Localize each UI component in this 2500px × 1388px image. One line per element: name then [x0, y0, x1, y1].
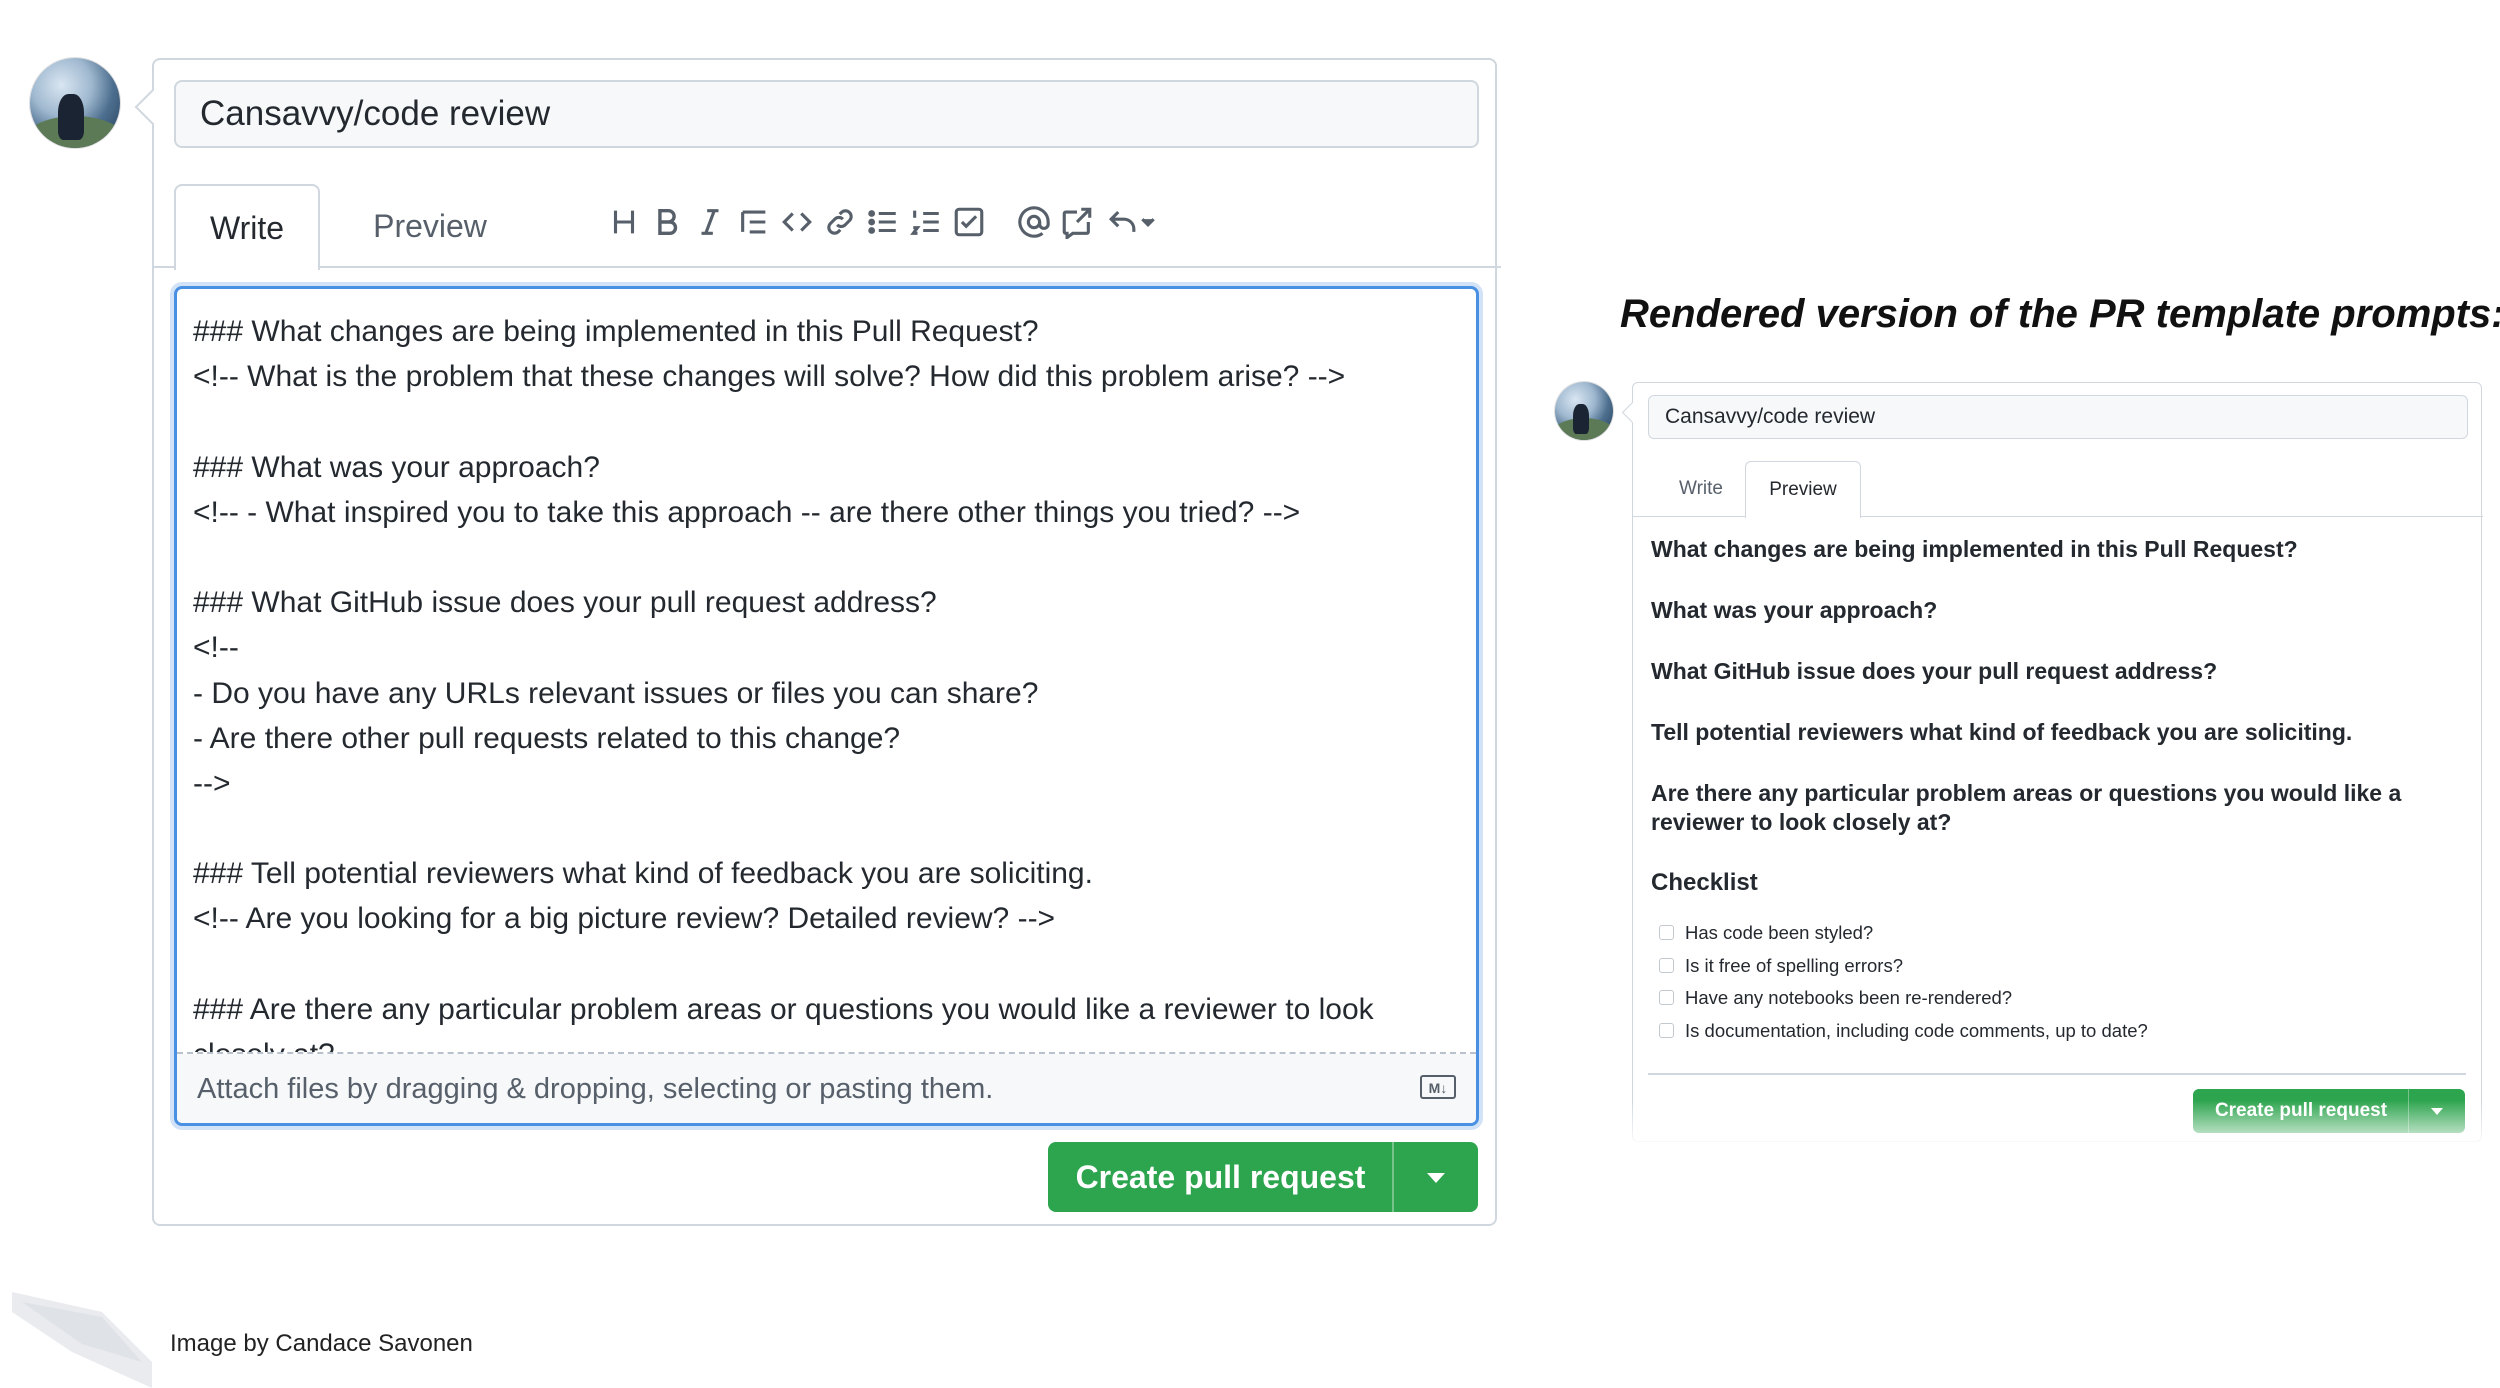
editor-line: closely at? — [193, 1032, 1460, 1052]
task-list-icon[interactable] — [943, 196, 995, 248]
editor-tabs: Write Preview — [1633, 461, 2483, 518]
avatar — [30, 58, 120, 148]
avatar — [1555, 382, 1613, 440]
preview-heading: Tell potential reviewers what kind of fe… — [1651, 719, 2353, 745]
preview-heading: What changes are being implemented in th… — [1651, 536, 2298, 562]
pr-title-input[interactable]: Cansavvy/code review — [1648, 395, 2468, 439]
editor-line: <!-- — [193, 631, 239, 665]
pr-editor-panel: Cansavvy/code review Write Preview ### W… — [152, 58, 1501, 1226]
markdown-icon: M↓ — [1420, 1075, 1456, 1099]
checkbox[interactable] — [1659, 925, 1674, 940]
editor-line: ### Tell potential reviewers what kind o… — [193, 857, 1093, 891]
tab-preview[interactable]: Preview — [1745, 461, 1861, 518]
editor-line: <!-- What is the problem that these chan… — [193, 360, 1346, 394]
divider — [1648, 1073, 2466, 1075]
editor-line: ### What GitHub issue does your pull req… — [193, 586, 937, 620]
decorative-shape — [12, 1292, 152, 1388]
attach-files-text: Attach files by dragging & dropping, sel… — [197, 1073, 994, 1105]
tab-preview[interactable]: Preview — [350, 184, 510, 268]
pr-title-input[interactable]: Cansavvy/code review — [174, 80, 1479, 148]
pr-body-textarea[interactable]: ### What changes are being implemented i… — [177, 289, 1476, 1054]
rendered-heading: Rendered version of the PR template prom… — [1620, 292, 2500, 336]
editor-line: <!-- - What inspired you to take this ap… — [193, 495, 1301, 529]
checklist-item: Is documentation, including code comment… — [1651, 1015, 2461, 1048]
create-pull-request-label: Create pull request — [1075, 1159, 1366, 1195]
editor-line: ### What changes are being implemented i… — [193, 315, 1039, 348]
preview-content: What changes are being implemented in th… — [1651, 535, 2461, 1047]
checklist-item-label: Has code been styled? — [1685, 922, 1874, 943]
checklist-item-label: Is it free of spelling errors? — [1685, 954, 1903, 976]
checklist-item-label: Have any notebooks been re-rendered? — [1685, 987, 2013, 1008]
fade-overlay — [1620, 1100, 2500, 1160]
preview-heading: What was your approach? — [1651, 597, 1938, 623]
caret-down-icon — [1427, 1173, 1445, 1183]
pr-preview-panel: Cansavvy/code review Write Preview What … — [1632, 382, 2483, 1142]
checklist-item: Have any notebooks been re-rendered? — [1651, 982, 2461, 1015]
editor-line: <!-- Are you looking for a big picture r… — [193, 902, 1056, 936]
reply-icon[interactable] — [1096, 196, 1166, 248]
create-pull-request-button[interactable]: Create pull request — [1048, 1142, 1478, 1212]
editor-line: ### What was your approach? — [193, 450, 600, 484]
editor-line: --> — [193, 766, 231, 800]
preview-heading: Are there any particular problem areas o… — [1651, 780, 2402, 835]
preview-heading: What GitHub issue does your pull request… — [1651, 658, 2218, 684]
tab-write[interactable]: Write — [174, 184, 320, 270]
tab-write[interactable]: Write — [1651, 461, 1751, 517]
editor-line: - Are there other pull requests related … — [193, 721, 901, 755]
checklist-item: Is it free of spelling errors? — [1651, 950, 2461, 983]
editor-line: ### Are there any particular problem are… — [193, 992, 1374, 1026]
image-credit: Image by Candace Savonen — [170, 1330, 473, 1357]
editor-line: - Do you have any URLs relevant issues o… — [193, 676, 1039, 710]
checklist-item: Has code been styled? — [1651, 917, 2461, 950]
create-options-dropdown[interactable] — [1392, 1142, 1478, 1212]
checklist-item-label: Is documentation, including code comment… — [1685, 1019, 2148, 1041]
pr-body-editor[interactable]: ### What changes are being implemented i… — [174, 286, 1479, 1126]
checkbox[interactable] — [1659, 990, 1674, 1005]
attach-files-bar[interactable]: Attach files by dragging & dropping, sel… — [177, 1054, 1476, 1123]
editor-tabs: Write Preview — [154, 184, 1501, 270]
checklist-title: Checklist — [1651, 869, 1758, 896]
checkbox[interactable] — [1659, 957, 1674, 973]
checkbox[interactable] — [1659, 1022, 1674, 1038]
